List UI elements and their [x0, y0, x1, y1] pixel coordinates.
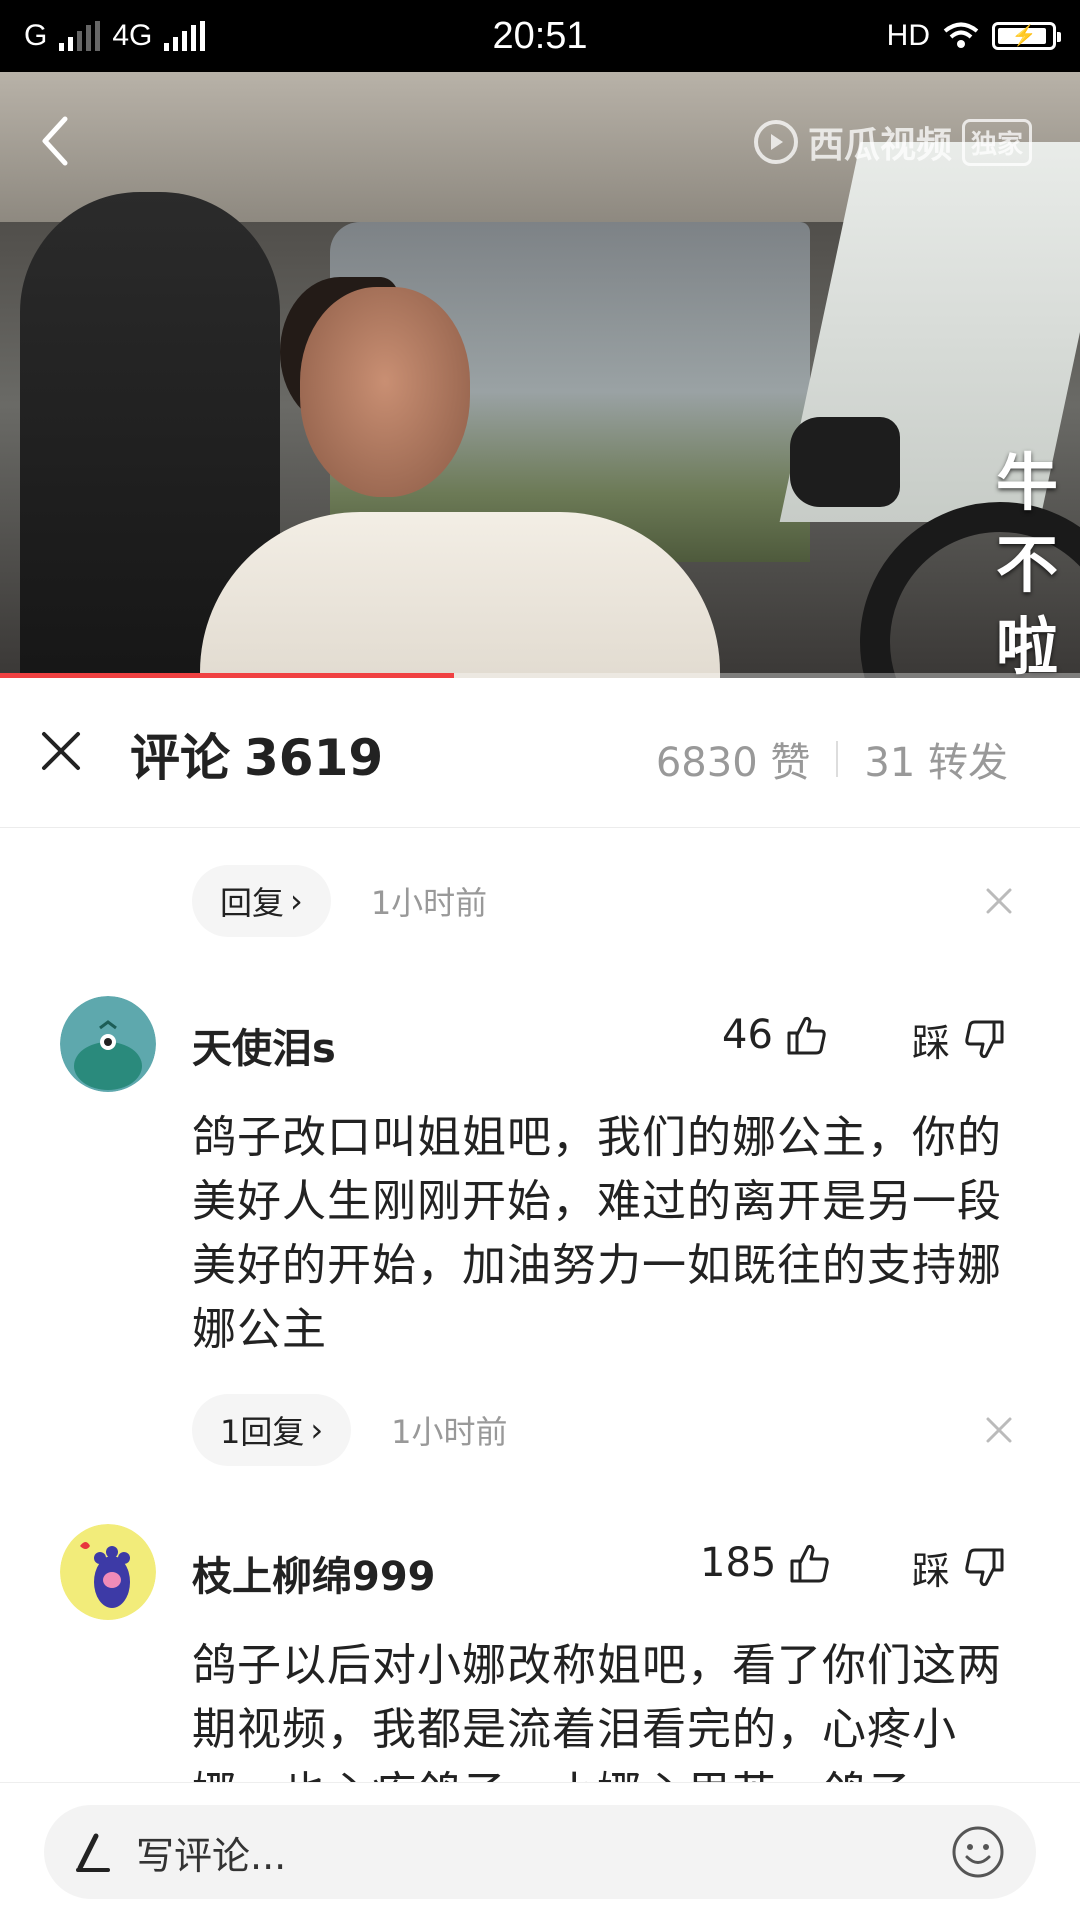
chevron-left-icon [42, 116, 68, 166]
comment-input-bar: 写评论... [0, 1782, 1080, 1920]
dislike-label: 踩 [912, 1549, 951, 1593]
reply-button[interactable]: 1回复 › [192, 1394, 352, 1466]
thumbs-down-icon [965, 1548, 1004, 1586]
pen-icon [76, 1833, 110, 1872]
like-count: 185 [700, 1540, 777, 1586]
dislike-button[interactable]: 踩 [912, 1540, 1006, 1595]
back-button[interactable] [30, 106, 80, 176]
like-button[interactable]: 46 [722, 1012, 829, 1058]
caption-char: 啦 [995, 610, 1058, 678]
watermark-brand: 西瓜视频 [807, 125, 952, 166]
carrier-label: G [24, 19, 48, 52]
status-left: G 4G [24, 19, 206, 53]
comments-title-label: 评论 [130, 729, 230, 787]
caption-char: 牛 [995, 446, 1058, 519]
battery-icon: ⚡ [992, 22, 1061, 50]
reply-time: 1小时前 [391, 1413, 508, 1451]
stats-divider [836, 741, 839, 777]
username[interactable]: 天使泪s [192, 1016, 336, 1074]
comment-text: 鸽子以后对小娜改称姐吧，看了你们这两期视频，我都是流着泪看完的，心疼小娜，也心疼… [192, 1640, 1002, 1784]
reply-time: 1小时前 [370, 884, 488, 922]
avatar[interactable] [60, 996, 156, 1092]
signal-icon-2 [164, 21, 206, 51]
video-player[interactable]: 西瓜视频 独家 牛 不 啦 [0, 72, 1080, 678]
reply-button[interactable]: 回复 › [192, 865, 331, 937]
avatar-image [60, 996, 156, 1092]
status-bar: G 4G 20:51 HD ⚡ [0, 0, 1080, 72]
video-caption: 牛 不 啦 [992, 442, 1062, 678]
avatar[interactable] [60, 1524, 156, 1620]
status-right: HD ⚡ [886, 19, 1061, 53]
chevron-right-icon: › [310, 1411, 324, 1449]
hd-label: HD [886, 19, 930, 52]
reply-label: 回复 [220, 884, 285, 922]
like-count: 46 [722, 1012, 773, 1058]
dislike-label: 踩 [912, 1021, 951, 1065]
close-icon[interactable] [36, 726, 86, 776]
comment-input[interactable]: 写评论... [44, 1805, 1036, 1899]
username[interactable]: 枝上柳绵999 [192, 1544, 436, 1602]
avatar-image [60, 1524, 156, 1620]
dismiss-icon[interactable] [982, 1413, 1016, 1447]
reply-row: 回复 › 1小时前 [192, 865, 487, 937]
network-type: 4G [112, 19, 153, 52]
comments-title: 评论 3619 [130, 718, 397, 790]
wifi-icon [943, 22, 979, 48]
video-frame-mirror [790, 417, 900, 507]
comment-input-placeholder: 写评论... [136, 1833, 287, 1878]
comments-stats: 6830 赞 31 转发 [656, 730, 1008, 788]
emoji-icon[interactable] [950, 1824, 1006, 1880]
comments-count: 3619 [244, 729, 384, 787]
thumbs-down-icon [965, 1020, 1004, 1058]
thumbs-up-icon [787, 1016, 826, 1055]
play-logo-icon [753, 120, 798, 164]
comment-item: 枝上柳绵999 185 踩 鸽子以后对小娜改称姐吧，看了你们这两期视频，我都是流… [0, 1524, 1080, 1784]
thumbs-up-icon [790, 1544, 830, 1583]
dislike-button[interactable]: 踩 [912, 1012, 1006, 1067]
like-button[interactable]: 185 [700, 1540, 832, 1586]
likes-count: 6830 赞 [655, 740, 811, 786]
watermark-badge: 独家 [961, 118, 1032, 166]
reply-label: 1回复 [220, 1413, 305, 1451]
chevron-right-icon: › [290, 882, 303, 920]
comments-header: 评论 3619 6830 赞 31 转发 [0, 678, 1080, 828]
dismiss-icon[interactable] [982, 884, 1016, 918]
video-frame-face [300, 287, 470, 497]
comment-text: 鸽子改口叫姐姐吧，我们的娜公主，你的美好人生刚刚开始，难过的离开是另一段美好的开… [192, 1112, 1002, 1355]
reply-row: 1回复 › 1小时前 [192, 1394, 508, 1466]
shares-count: 31 转发 [864, 740, 1008, 786]
comment-item: 天使泪s 46 踩 鸽子改口叫姐姐吧，我们的娜公主，你的美好人生刚刚开始，难过的… [0, 996, 1080, 1456]
caption-char: 不 [995, 528, 1058, 601]
video-frame-person [200, 512, 720, 678]
watermark: 西瓜视频 独家 [753, 116, 1032, 168]
signal-icon [59, 21, 101, 51]
